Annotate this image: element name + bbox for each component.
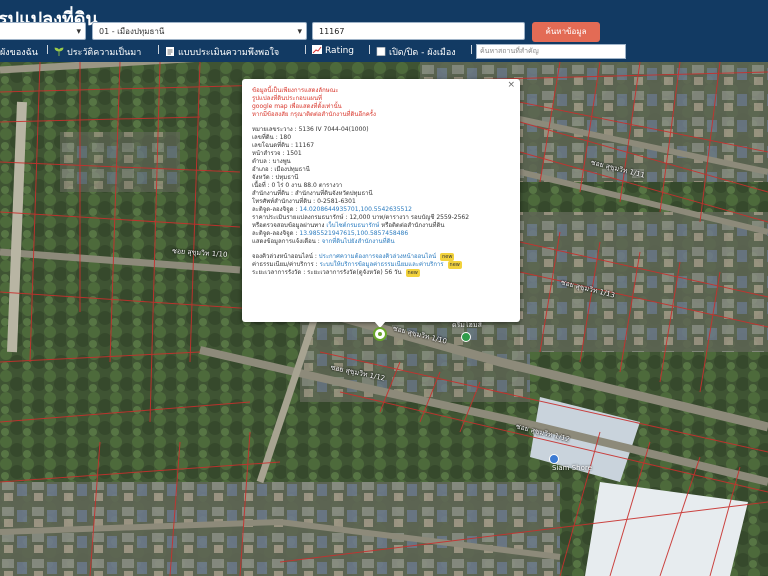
popup-warning-line: ข้อมูลนี้เป็นเพียงการแสดงลักษณะ [252, 87, 339, 94]
toolbar-separator: | [368, 45, 372, 55]
popup-field: เนื้อที่ : 0 ไร่ 0 งาน 88.0 ตารางวา [252, 182, 343, 189]
seedling-icon [54, 47, 64, 56]
popup-check-note: หรือตรวจสอบข้อมูลผ่านทาง เว็บไซต์กรมธนาร… [252, 222, 510, 230]
poi-label[interactable]: Siam Shore [552, 464, 592, 472]
treasury-website-link[interactable]: เว็บไซต์กรมธนารักษ์ [326, 222, 379, 229]
popup-appraisal: ราคาประเมินรายแปลงกรมธนารักษ์ : 12,000 บ… [252, 214, 470, 221]
toolbar-separator: | [470, 45, 474, 55]
popup-warning-line: หากมีข้อสงสัย กรุณาติดต่อสำนักงานที่ดินอ… [252, 111, 376, 118]
chevron-down-icon: ▾ [297, 27, 302, 37]
service-label: ค่าธรรมเนียม/ค่าบริการ : [252, 261, 318, 268]
toolbar-toggle-zoning-label: เปิด/ปิด - ผังเมือง [389, 48, 456, 58]
service-link[interactable]: ระบบให้บริการข้อมูลค่าธรรมเนียมและค่าบริ… [320, 261, 444, 268]
queue-link[interactable]: ประกาศความต้องการจองคิวล่วงหน้าออนไลน์ [319, 253, 436, 260]
popup-field: จังหวัด : ปทุมธานี [252, 174, 299, 181]
toolbar-rating-label: Rating [325, 46, 355, 56]
popup-field: เลขโฉนดที่ดิน : 11167 [252, 142, 315, 149]
parcel-marker-icon[interactable] [373, 327, 387, 341]
parcel-number-input[interactable]: 11167 [312, 22, 525, 40]
popup-office-coordinates: ละติจูด-ลองจิจูด : 14.0208644935701,100.… [252, 206, 510, 214]
notice-label: แสดงข้อมูลการแจ้งเตือน : [252, 238, 320, 245]
toolbar-toggle-zoning[interactable]: เปิด/ปิด - ผังเมือง [376, 45, 456, 59]
district-select-value: 01 - เมืองปทุมธานี [99, 27, 165, 36]
toolbar-history[interactable]: ประวัติความเป็นมา [54, 45, 141, 59]
location-pin-icon[interactable] [461, 332, 471, 342]
toolbar-survey[interactable]: แบบประเมินความพึงพอใจ [165, 45, 279, 59]
popup-field: เลขที่ดิน : 180 [252, 134, 292, 141]
search-button[interactable]: ค้นหาข้อมูล [532, 22, 600, 42]
toolbar-survey-label: แบบประเมินความพึงพอใจ [178, 48, 280, 58]
parcel-info-popup: × ข้อมูลนี้เป็นเพียงการแสดงลักษณะ รูปแปล… [242, 79, 520, 322]
search-form: ▾ 01 - เมืองปทุมธานี ▾ 11167 ค้นหาข้อมูล [0, 22, 768, 44]
toolbar-separator: | [304, 45, 308, 55]
toolbar-my-parcel-label: ผังของฉัน [0, 48, 38, 58]
header-bar: รูปแปลงที่ดิน ▾ 01 - เมืองปทุมธานี ▾ 111… [0, 0, 768, 62]
office-coord-link[interactable]: 14.0208644935701,100.5542635512 [299, 206, 412, 213]
popup-field: ตำบล : บางพูน [252, 158, 291, 165]
new-badge: new [440, 253, 455, 261]
popup-service: ค่าธรรมเนียม/ค่าบริการ : ระบบให้บริการข้… [252, 261, 510, 269]
survey-time-label: ระยะเวลาการรังวัด : [252, 269, 306, 276]
chevron-down-icon: ▾ [76, 27, 81, 37]
toolbar-history-label: ประวัติความเป็นมา [67, 48, 142, 58]
popup-notice: แสดงข้อมูลการแจ้งเตือน : จากที่ดินไปยังส… [252, 238, 510, 246]
survey-time-value: ระยะเวลาการรังวัด(ดูจังหวัด) 56 วัน [307, 269, 402, 276]
new-badge: new [447, 261, 462, 269]
popup-warning-line: รูปแปลงที่ดินประกอบแผนที่ [252, 95, 323, 102]
toolbar-separator: | [157, 45, 161, 55]
toolbar-rating[interactable]: Rating [312, 45, 354, 56]
popup-field: อำเภอ : เมืองปทุมธานี [252, 166, 310, 173]
parcel-coord-label: ละติจูด-ลองจิจูด : [252, 230, 298, 237]
parcel-marker-dot [378, 332, 382, 336]
check-note-text: หรือตรวจสอบข้อมูลผ่านทาง [252, 222, 325, 229]
province-select[interactable]: ▾ [0, 22, 86, 40]
notice-link[interactable]: จากที่ดินไปยังสำนักงานที่ดิน [322, 238, 395, 245]
district-select[interactable]: 01 - เมืองปทุมธานี ▾ [92, 22, 307, 40]
chart-icon [312, 45, 322, 54]
new-badge: new [405, 269, 420, 277]
document-icon [165, 47, 175, 56]
popup-queue: จองคิวล่วงหน้าออนไลน์ : ประกาศความต้องกา… [252, 253, 510, 261]
popup-field: หมายเลขระวาง : 5136 IV 7044-04(1000) [252, 126, 369, 133]
checkbox-icon[interactable] [376, 47, 386, 56]
popup-field: สำนักงานที่ดิน : สำนักงานที่ดินจังหวัดปท… [252, 190, 373, 197]
check-note-text: หรือติดต่อสำนักงานที่ดิน [381, 222, 445, 229]
parcel-coord-link[interactable]: 13.985521947615,100.5857458486 [299, 230, 408, 237]
location-pin-icon[interactable] [549, 454, 559, 464]
toolbar: ผังของฉัน | ประวัติความเป็นมา | แบบประเม… [0, 44, 768, 60]
queue-label: จองคิวล่วงหน้าออนไลน์ : [252, 253, 317, 260]
toolbar-separator: | [46, 45, 50, 55]
popup-parcel-coordinates: ละติจูด-ลองจิจูด : 13.985521947615,100.5… [252, 230, 510, 238]
popup-field: หน้าสำรวจ : 1501 [252, 150, 302, 157]
place-search-input[interactable]: ค้นหาสถานที่สำคัญ [476, 44, 626, 59]
popup-field: โทรศัพท์สำนักงานที่ดิน : 0-2581-6301 [252, 198, 356, 205]
office-coord-label: ละติจูด-ลองจิจูด : [252, 206, 298, 213]
toolbar-my-parcel[interactable]: ผังของฉัน [0, 45, 38, 59]
popup-warning-line: google map เพื่อแสดงที่ตั้งเท่านั้น [252, 103, 342, 110]
popup-survey-time: ระยะเวลาการรังวัด : ระยะเวลาการรังวัด(ดู… [252, 269, 510, 277]
close-icon[interactable]: × [507, 81, 515, 90]
